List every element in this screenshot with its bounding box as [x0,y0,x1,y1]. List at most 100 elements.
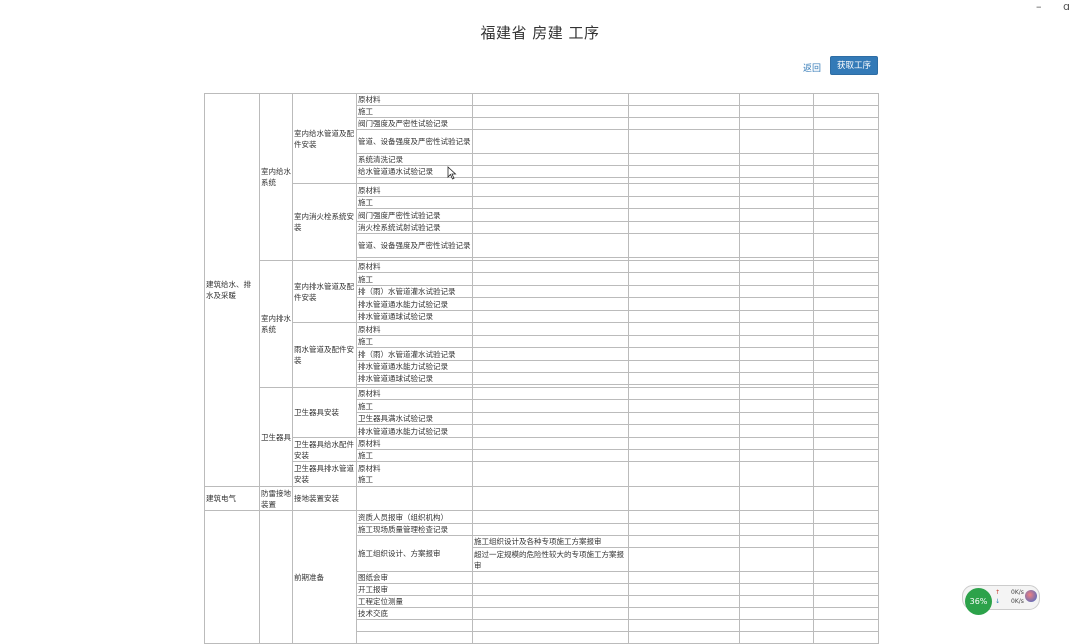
table-cell [813,183,879,197]
back-link[interactable]: 返回 [803,61,821,74]
table-cell: 开工报审 [356,583,473,596]
table-cell: 施工 [356,399,473,413]
table-cell [472,412,629,425]
table-cell [472,523,629,536]
table-cell [356,486,473,511]
table-cell: 前期准备 [292,510,357,644]
table-cell [813,547,879,572]
table-cell [739,583,814,596]
table-cell [813,424,879,438]
table-cell: 卫生器具满水试验记录 [356,412,473,425]
table-cell [739,221,814,234]
table-cell [813,571,879,584]
table-cell [813,297,879,311]
table-cell [739,310,814,323]
table-cell [628,297,740,311]
table-cell [813,322,879,336]
table-cell [472,196,629,209]
table-cell [813,117,879,130]
table-cell [472,208,629,222]
table-cell: 排水管道通水能力试验记录 [356,424,473,438]
table-cell: 施工现场质量管理检查记录 [356,523,473,536]
table-cell: 图纸会审 [356,571,473,584]
table-cell: 防雷接地装置 [259,486,293,511]
table-cell [813,93,879,106]
table-cell [813,595,879,608]
table-cell: 技术交底 [356,607,473,620]
table-cell [472,165,629,178]
table-cell [472,424,629,438]
table-cell [628,322,740,336]
table-cell: 室内给水管道及配件安装 [292,93,357,184]
table-cell [628,360,740,373]
table-row: 建筑电气 防雷接地装置 接地装置安装 [204,486,879,511]
table-cell [739,461,814,487]
table-cell [628,449,740,462]
page-title: 福建省 房建 工序 [480,24,600,42]
table-cell [739,595,814,608]
table-cell [739,424,814,438]
table-row: 卫生器具给水配件安装 原材料 [205,437,879,462]
table-cell [813,399,879,413]
table-cell [628,583,740,596]
table-cell: 卫生器具排水管道安装 [292,461,357,487]
table-cell [813,372,879,385]
table-row: 前期准备 资质人员报审（组织机构） [204,510,879,644]
table-cell [813,607,879,620]
table-cell [472,510,629,524]
minimize-icon[interactable]: – [1036,0,1042,13]
process-table-wrapper: 建筑给水、排水及采暖 室内给水系统 室内给水管道及配件安装 原材料 施工 阀门强度及严密性… [204,93,879,644]
table-cell [739,547,814,572]
mouse-cursor-icon [447,166,457,180]
table-cell [628,272,740,286]
table-cell [472,285,629,298]
table-cell [739,486,814,511]
table-cell [259,510,293,644]
table-cell: 室内给水系统 [259,93,293,261]
table-row: 室内排水系统 室内排水管道及配件安装 原材料 [205,260,879,388]
table-cell: 卫生器具给水配件安装 [292,437,357,462]
user-icon[interactable]: ɑ [1063,0,1070,13]
table-cell [813,461,879,487]
table-row: 室内消火栓系统安装 原材料 [205,183,879,261]
table-cell [628,486,740,511]
table-cell: 原材料 [356,437,473,450]
table-cell [813,196,879,209]
table-cell: 超过一定规模的危险性较大的专项施工方案报审 [472,547,629,572]
table-cell [739,129,814,154]
table-cell: 系统清洗记录 [356,153,473,166]
table-cell [628,595,740,608]
table-cell: 阀门强度及严密性试验记录 [356,117,473,130]
table-cell: 原材料 [356,183,473,197]
table-cell: 排（雨）水管道灌水试验记录 [356,285,473,298]
table-cell [628,285,740,298]
table-row: 卫生器具 卫生器具安装 原材料 [205,387,879,487]
table-cell [813,165,879,178]
table-cell [739,607,814,620]
table-cell [472,105,629,118]
table-cell [813,260,879,273]
upload-arrow-icon: ↑ [995,589,1001,596]
table-cell: 排水管道通球试验记录 [356,310,473,323]
network-speed-widget[interactable]: 36% ↑ ↓ 0K/s 0K/s [962,585,1040,615]
table-cell [628,619,740,632]
table-cell [628,165,740,178]
table-cell [472,153,629,166]
table-cell [472,272,629,286]
table-cell [739,412,814,425]
table-cell [813,449,879,462]
table-cell [472,619,629,632]
table-cell [472,583,629,596]
table-cell [628,372,740,385]
table-cell [739,437,814,450]
table-cell [628,535,740,548]
table-cell [356,631,473,644]
table-cell: 建筑电气 [204,486,260,511]
table-cell [472,117,629,130]
table-cell [472,93,629,106]
process-table: 建筑给水、排水及采暖 室内给水系统 室内给水管道及配件安装 原材料 施工 阀门强度及严密性… [204,93,879,644]
table-cell [739,523,814,536]
table-cell: 排水管道通水能力试验记录 [356,360,473,373]
table-cell [628,437,740,450]
fetch-process-button[interactable]: 获取工序 [830,56,878,75]
